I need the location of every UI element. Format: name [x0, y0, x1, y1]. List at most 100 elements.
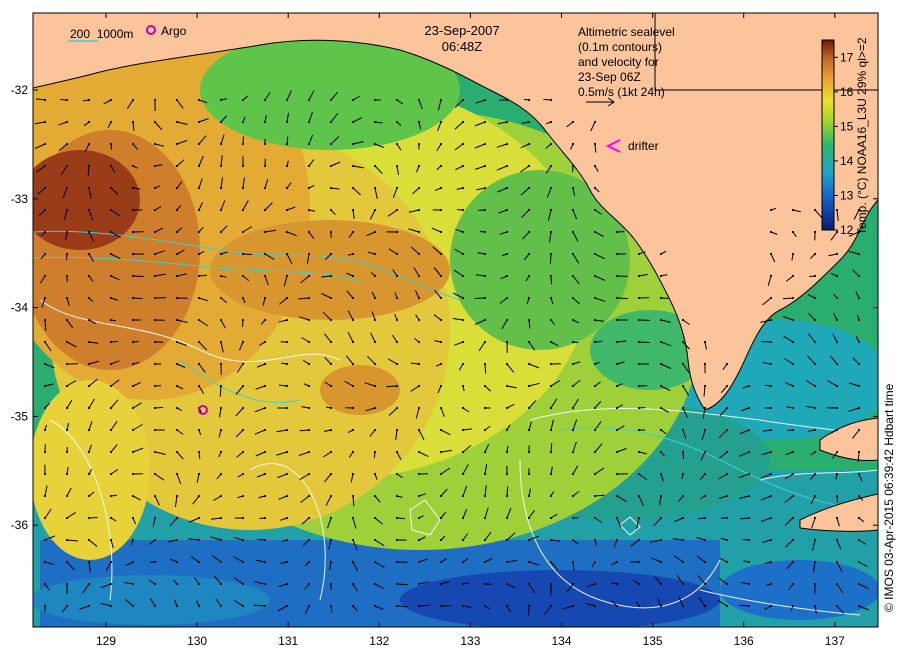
velocity-arrow-origin	[813, 318, 817, 322]
colorbar-tick-label: 12	[840, 223, 854, 237]
velocity-arrow-origin	[505, 406, 509, 410]
velocity-arrow-origin	[307, 516, 311, 520]
velocity-arrow-origin	[527, 208, 531, 212]
velocity-arrow-origin	[241, 98, 245, 102]
velocity-arrow-origin	[373, 450, 377, 454]
velocity-arrow-origin	[615, 450, 619, 454]
velocity-arrow-origin	[659, 604, 663, 608]
velocity-arrow-origin	[483, 142, 487, 146]
velocity-arrow-origin	[373, 164, 377, 168]
velocity-arrow-origin	[43, 406, 47, 410]
velocity-arrow-origin	[153, 208, 157, 212]
velocity-arrow-origin	[395, 230, 399, 234]
velocity-arrow-origin	[87, 164, 91, 168]
velocity-arrow-origin	[65, 318, 69, 322]
velocity-arrow-origin	[439, 582, 443, 586]
velocity-arrow-origin	[109, 318, 113, 322]
velocity-arrow-origin	[835, 296, 839, 300]
velocity-arrow-origin	[791, 494, 795, 498]
velocity-arrow-origin	[43, 516, 47, 520]
velocity-arrow-origin	[329, 98, 333, 102]
velocity-arrow-origin	[439, 494, 443, 498]
lon-tick-label: 136	[734, 634, 754, 648]
velocity-arrow-origin	[373, 472, 377, 476]
velocity-arrow-origin	[747, 604, 751, 608]
velocity-arrow-origin	[307, 142, 311, 146]
velocity-arrow-origin	[87, 582, 91, 586]
velocity-arrow	[549, 253, 552, 264]
velocity-arrow-origin	[197, 604, 201, 608]
velocity-arrow-origin	[791, 208, 795, 212]
velocity-arrow-origin	[417, 230, 421, 234]
velocity-arrow	[198, 274, 207, 277]
velocity-arrow-origin	[483, 560, 487, 564]
velocity-arrow-origin	[461, 142, 465, 146]
velocity-arrow-origin	[483, 538, 487, 542]
lon-tick-label: 133	[460, 634, 480, 648]
velocity-arrow-origin	[571, 340, 575, 344]
velocity-arrow-origin	[549, 384, 553, 388]
velocity-arrow-origin	[857, 252, 861, 256]
velocity-arrow-origin	[835, 472, 839, 476]
velocity-arrow-origin	[505, 230, 509, 234]
velocity-arrow	[132, 297, 143, 300]
velocity-arrow-origin	[153, 428, 157, 432]
velocity-arrow-origin	[175, 494, 179, 498]
velocity-arrow-origin	[417, 582, 421, 586]
velocity-arrow-origin	[373, 406, 377, 410]
velocity-arrow-origin	[637, 252, 641, 256]
velocity-arrow-origin	[527, 274, 531, 278]
velocity-arrow-origin	[439, 516, 443, 520]
velocity-arrow	[543, 98, 552, 101]
velocity-arrow-origin	[263, 560, 267, 564]
velocity-arrow-origin	[461, 604, 465, 608]
velocity-arrow-origin	[131, 472, 135, 476]
velocity-arrow-origin	[527, 538, 531, 542]
velocity-arrow-origin	[571, 186, 575, 190]
velocity-arrow-origin	[263, 142, 267, 146]
velocity-arrow-origin	[373, 274, 377, 278]
velocity-arrow-origin	[461, 406, 465, 410]
velocity-arrow-origin	[285, 428, 289, 432]
velocity-arrow-origin	[263, 120, 267, 124]
velocity-arrow-origin	[571, 472, 575, 476]
velocity-arrow-origin	[571, 406, 575, 410]
velocity-arrow-origin	[131, 120, 135, 124]
velocity-arrow-origin	[109, 516, 113, 520]
velocity-arrow-origin	[241, 582, 245, 586]
velocity-arrow-origin	[65, 186, 69, 190]
velocity-arrow-origin	[483, 362, 487, 366]
velocity-arrow-origin	[329, 318, 333, 322]
velocity-arrow-origin	[43, 384, 47, 388]
velocity-arrow-origin	[593, 560, 597, 564]
velocity-arrow-origin	[461, 494, 465, 498]
velocity-arrow-origin	[703, 384, 707, 388]
velocity-arrow-origin	[153, 186, 157, 190]
velocity-arrow-origin	[417, 384, 421, 388]
velocity-arrow-origin	[351, 230, 355, 234]
velocity-arrow-origin	[131, 340, 135, 344]
velocity-arrow-origin	[329, 208, 333, 212]
velocity-arrow-origin	[351, 384, 355, 388]
velocity-arrow-origin	[439, 142, 443, 146]
velocity-arrow-origin	[813, 296, 817, 300]
velocity-arrow-origin	[241, 494, 245, 498]
velocity-arrow-origin	[461, 538, 465, 542]
velocity-arrow-origin	[747, 560, 751, 564]
velocity-arrow-origin	[351, 472, 355, 476]
velocity-arrow-origin	[263, 208, 267, 212]
velocity-arrow-origin	[813, 582, 817, 586]
velocity-arrow-origin	[571, 560, 575, 564]
velocity-arrow-origin	[395, 450, 399, 454]
velocity-arrow-origin	[417, 560, 421, 564]
velocity-arrow-origin	[197, 516, 201, 520]
velocity-arrow-origin	[285, 98, 289, 102]
velocity-arrow-origin	[241, 406, 245, 410]
velocity-arrow-origin	[769, 406, 773, 410]
velocity-arrow-origin	[791, 604, 795, 608]
velocity-arrow-origin	[329, 406, 333, 410]
velocity-arrow-origin	[527, 318, 531, 322]
velocity-arrow-origin	[461, 560, 465, 564]
colorbar-tick-label: 17	[840, 50, 854, 64]
velocity-arrow-origin	[527, 252, 531, 256]
